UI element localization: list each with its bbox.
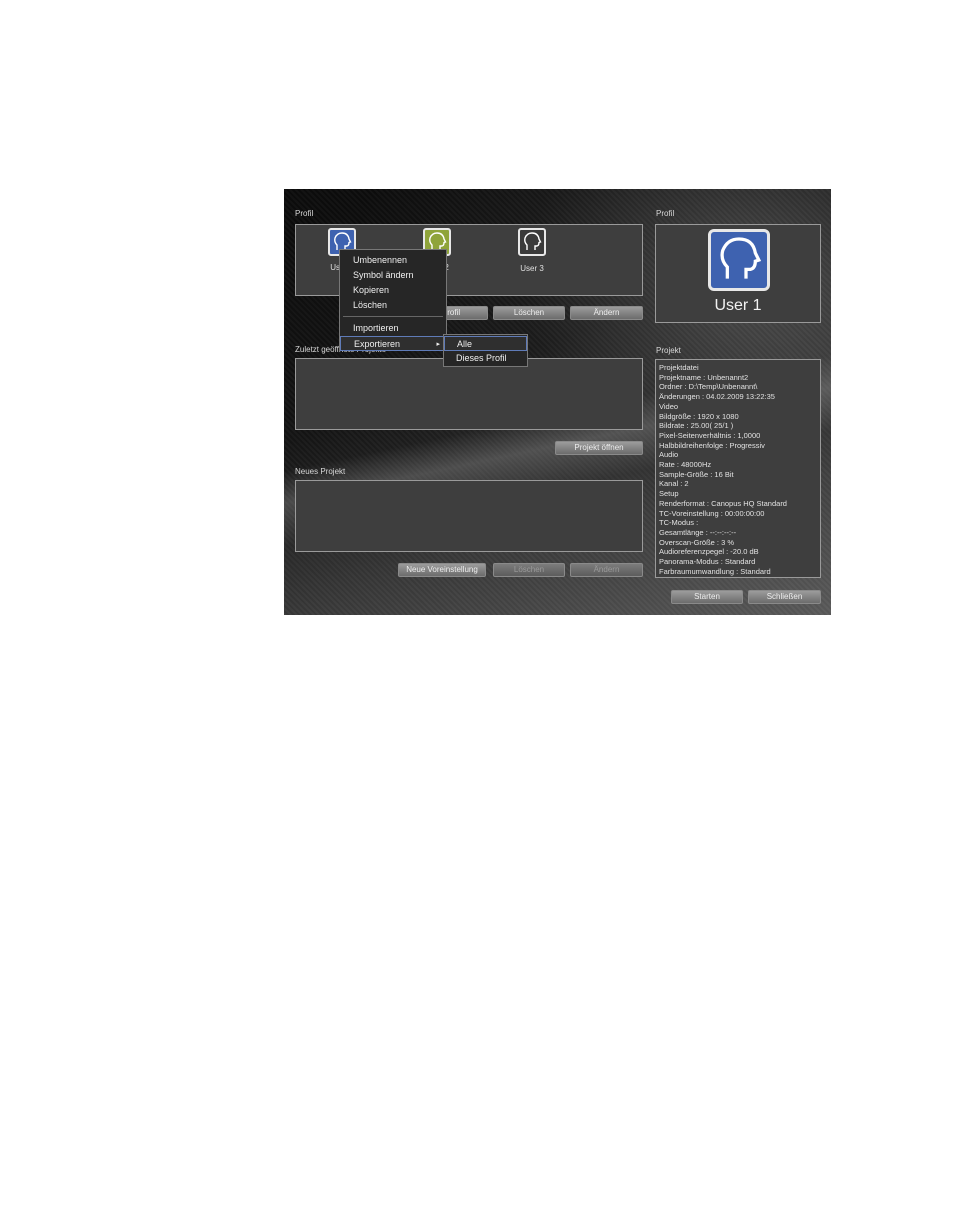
info-line: Sample-Größe : 16 Bit — [659, 469, 734, 479]
profile-section-label: Profil — [295, 209, 314, 218]
current-user-name: User 1 — [714, 297, 762, 314]
info-line: Änderungen : 04.02.2009 13:22:35 — [659, 392, 775, 402]
delete-preset-button[interactable]: Löschen — [493, 563, 565, 577]
menu-item-export-label: Exportieren — [354, 339, 401, 349]
current-profile-label: Profil — [656, 209, 675, 218]
submenu-item-all-label: Alle — [457, 339, 473, 349]
menu-item-change-symbol[interactable]: Symbol ändern — [340, 268, 446, 283]
menu-item-import-label: Importieren — [353, 323, 399, 333]
change-profile-button[interactable]: Ändern — [570, 306, 643, 320]
project-info-text: Projektdatei Projektname : Unbenannt2 Or… — [659, 363, 819, 576]
export-submenu: Alle Dieses Profil — [443, 334, 528, 367]
info-line: Halbbildreihenfolge : Progressiv — [659, 440, 765, 450]
info-line: Projektdatei — [659, 363, 699, 372]
profile-context-menu: Umbenennen Symbol ändern Kopieren Lösche… — [339, 249, 447, 351]
user-3-icon[interactable] — [518, 228, 546, 256]
new-project-label: Neues Projekt — [295, 467, 346, 476]
project-info-label: Projekt — [656, 346, 681, 355]
submenu-item-this-profile-label: Dieses Profil — [456, 353, 507, 363]
info-line: Ordner : D:\Temp\Unbenannt\ — [659, 382, 758, 392]
info-line: Audio — [659, 450, 679, 460]
info-line: Farbraumumwandlung : Standard — [659, 566, 771, 576]
submenu-item-all[interactable]: Alle — [444, 336, 527, 351]
current-profile-panel: User 1 — [655, 224, 821, 323]
info-line: Renderformat : Canopus HQ Standard — [659, 498, 787, 508]
info-line: Bildgröße : 1920 x 1080 — [659, 411, 739, 421]
menu-item-delete-label: Löschen — [353, 300, 388, 310]
menu-item-export[interactable]: Exportieren ▸ — [340, 336, 446, 351]
start-button[interactable]: Starten — [671, 590, 743, 604]
menu-separator — [343, 316, 443, 317]
info-line: Setup — [659, 489, 679, 499]
menu-item-rename-label: Umbenennen — [353, 255, 408, 265]
submenu-arrow-icon: ▸ — [436, 341, 440, 348]
info-line: Bildrate : 25.00( 25/1 ) — [659, 421, 734, 431]
current-user-icon — [708, 229, 770, 291]
open-project-button[interactable]: Projekt öffnen — [555, 441, 643, 455]
menu-item-change-symbol-label: Symbol ändern — [353, 270, 414, 280]
info-line: TC-Modus : — [659, 518, 699, 528]
menu-item-import[interactable]: Importieren — [340, 321, 446, 336]
info-line: Panorama-Modus : Standard — [659, 557, 756, 567]
presets-list[interactable] — [295, 480, 643, 552]
submenu-item-this-profile[interactable]: Dieses Profil — [444, 351, 527, 366]
info-line: Projektname : Unbenannt2 — [659, 372, 749, 382]
new-preset-button[interactable]: Neue Voreinstellung — [398, 563, 486, 577]
info-line: Pixel-Seitenverhältnis : 1,0000 — [659, 430, 761, 440]
recent-projects-list[interactable] — [295, 358, 643, 430]
menu-item-copy-label: Kopieren — [353, 285, 390, 295]
info-line: Kanal : 2 — [659, 479, 689, 489]
info-line: Gesamtlänge : --:--:--:-- — [659, 527, 737, 537]
info-line: Audioreferenzpegel : -20.0 dB — [659, 547, 759, 557]
info-line: TC-Voreinstellung : 00:00:00:00 — [659, 508, 765, 518]
close-button[interactable]: Schließen — [748, 590, 821, 604]
info-line: Overscan-Größe : 3 % — [659, 537, 735, 547]
menu-item-rename[interactable]: Umbenennen — [340, 253, 446, 268]
info-line: Rate : 48000Hz — [659, 460, 712, 470]
change-preset-button[interactable]: Ändern — [570, 563, 643, 577]
menu-item-copy[interactable]: Kopieren — [340, 283, 446, 298]
user-3-label: User 3 — [520, 264, 544, 273]
info-line: Video — [659, 401, 679, 411]
menu-item-delete[interactable]: Löschen — [340, 298, 446, 313]
delete-profile-button[interactable]: Löschen — [493, 306, 565, 320]
